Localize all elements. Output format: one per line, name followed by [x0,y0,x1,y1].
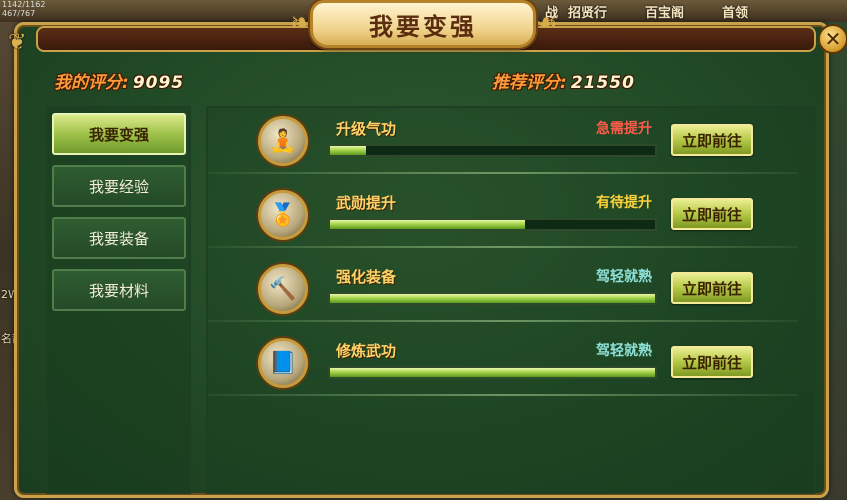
item-name: 修炼武功 [336,342,397,360]
row-divider [208,172,798,174]
progress-fill [330,294,655,303]
list-item: 🏅 武勋提升 有待提升 立即前往 [208,182,798,256]
tab-label: 我要材料 [88,281,149,300]
wings-medal-icon: 🏅 [258,190,308,240]
tab-equipment[interactable]: 我要装备 [52,217,186,259]
go-now-label: 立即前往 [681,131,742,150]
close-icon: ✕ [824,27,842,51]
recommended-score-value: 21550 [570,73,635,93]
recommended-score: 推荐评分: 21550 [492,68,635,93]
item-status: 急需提升 [596,121,652,137]
strengthen-list: 🧘 升级气功 急需提升 立即前往 🏅 武勋提升 有待提升 立即前往 🔨 强化装备… [206,106,816,494]
tab-experience[interactable]: 我要经验 [52,165,186,207]
item-name: 升级气功 [336,120,397,138]
go-now-button[interactable]: 立即前往 [671,346,753,378]
tab-label: 我要经验 [88,177,149,196]
my-score: 我的评分: 9095 [54,68,184,93]
close-button[interactable]: ✕ [818,24,847,54]
go-now-label: 立即前往 [681,205,742,224]
list-item: 🧘 升级气功 急需提升 立即前往 [208,108,798,182]
go-now-label: 立即前往 [681,279,742,298]
progress-bar [328,144,657,157]
progress-bar [328,366,657,379]
hp-line-2: 467/767 [2,9,36,18]
title-curl-right-icon: ❧ [536,8,558,38]
hp-readout: 1142/1162 467/767 [2,0,45,18]
tab-label: 我要装备 [88,229,149,248]
progress-fill [330,368,655,377]
progress-fill [330,220,525,229]
corner-ornament-icon: ❦ [8,30,27,55]
progress-fill [330,146,366,155]
tab-column: 我要变强 我要经验 我要装备 我要材料 [46,106,191,494]
item-name: 强化装备 [336,268,397,286]
item-status: 驾轻就熟 [596,343,652,359]
top-menu-treasure[interactable]: 百宝阁 [645,2,684,21]
go-now-button[interactable]: 立即前往 [671,124,753,156]
row-divider [208,320,798,322]
hammer-anvil-icon: 🔨 [258,264,308,314]
item-name: 武勋提升 [336,194,397,212]
row-divider [208,246,798,248]
progress-bar [328,292,657,305]
window-title: 我要变强 [369,11,477,41]
my-score-value: 9095 [132,73,185,93]
item-status: 有待提升 [596,195,652,211]
top-menu-boss[interactable]: 首领 [722,2,748,21]
recommended-score-label: 推荐评分: [492,73,567,93]
go-now-button[interactable]: 立即前往 [671,198,753,230]
tab-strengthen[interactable]: 我要变强 [52,113,186,155]
list-item: 📘 修炼武功 驾轻就熟 立即前往 [208,330,798,404]
progress-bar [328,218,657,231]
hp-line-1: 1142/1162 [2,0,46,9]
top-menu-recruit[interactable]: 招贤行 [568,2,607,21]
my-score-label: 我的评分: [54,73,129,93]
item-status: 驾轻就熟 [596,269,652,285]
go-now-label: 立即前往 [681,353,742,372]
skill-book-icon: 📘 [258,338,308,388]
go-now-button[interactable]: 立即前往 [671,272,753,304]
row-divider [208,394,798,396]
tab-label: 我要变强 [88,125,149,144]
title-curl-left-icon: ❧ [290,8,312,38]
title-plate: 我要变强 [310,0,536,48]
tab-materials[interactable]: 我要材料 [52,269,186,311]
list-item: 🔨 强化装备 驾轻就熟 立即前往 [208,256,798,330]
meditation-icon: 🧘 [258,116,308,166]
